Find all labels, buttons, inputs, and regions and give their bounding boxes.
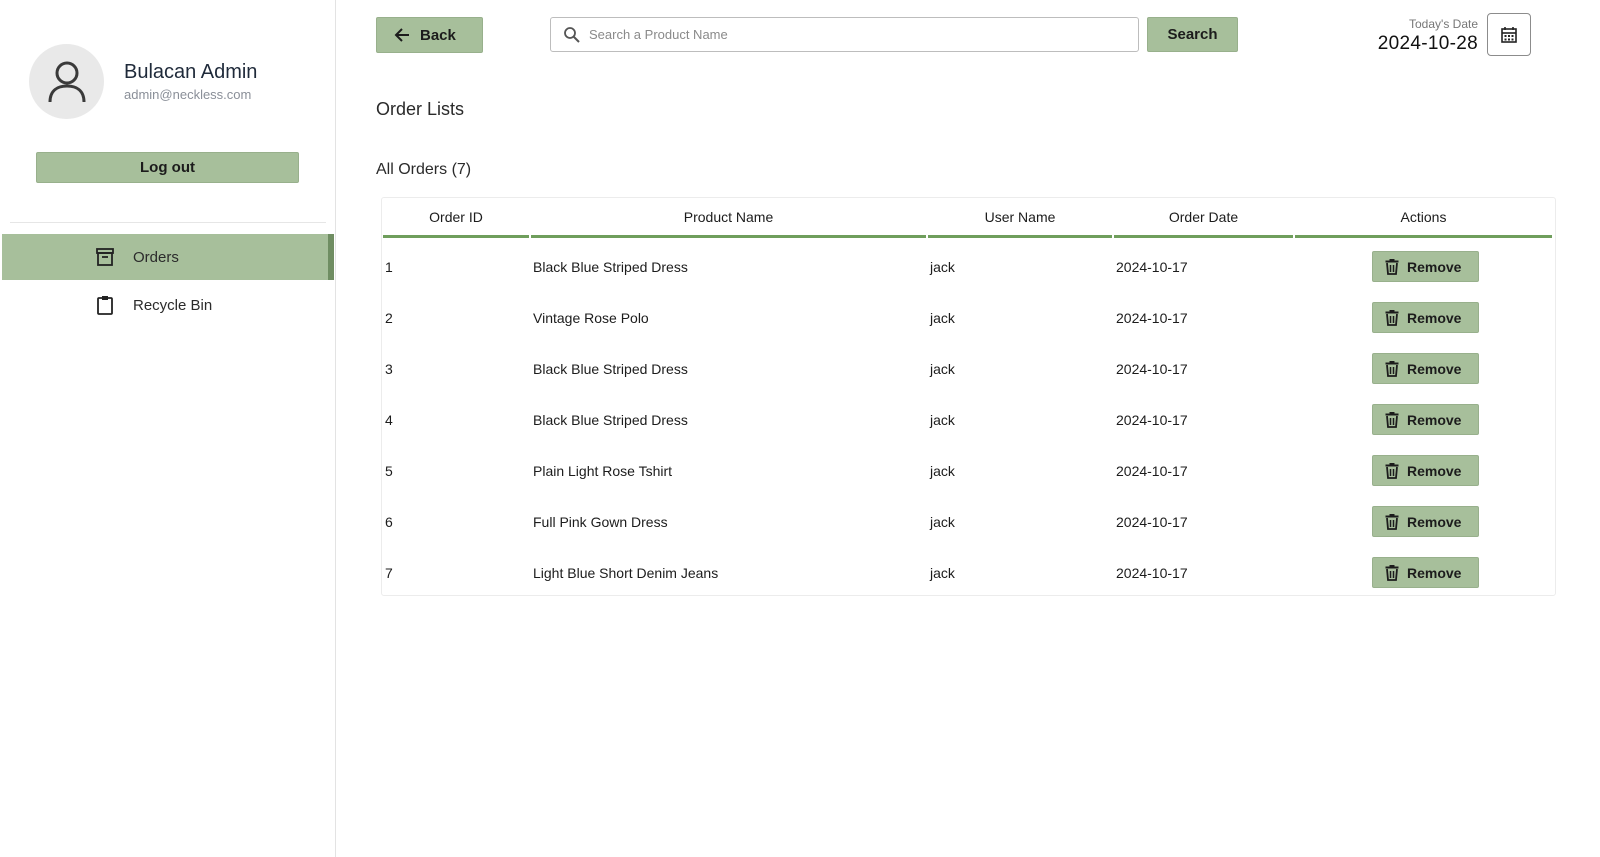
search-input[interactable]: [589, 27, 1129, 42]
remove-button[interactable]: Remove: [1372, 557, 1479, 588]
clipboard-icon: [97, 296, 113, 315]
cell-user-name: jack: [930, 360, 955, 377]
search-box: [550, 17, 1139, 52]
table-row: 7 Light Blue Short Denim Jeans jack 2024-10…: [382, 547, 1555, 598]
trash-icon: [1385, 258, 1399, 275]
cell-order-id: 3: [385, 360, 393, 377]
calendar-icon: [1501, 26, 1517, 43]
search-button[interactable]: Search: [1147, 17, 1238, 52]
cell-user-name: jack: [930, 564, 955, 581]
page-title: Order Lists: [376, 99, 465, 119]
section-title: All Orders (7): [376, 161, 472, 178]
cell-order-id: 1: [385, 258, 393, 275]
trash-icon: [1385, 564, 1399, 581]
cell-order-date: 2024-10-17: [1116, 564, 1188, 581]
cell-order-id: 4: [385, 411, 393, 428]
trash-icon: [1385, 411, 1399, 428]
cell-user-name: jack: [930, 258, 955, 275]
remove-button-label: Remove: [1407, 258, 1462, 275]
remove-button[interactable]: Remove: [1372, 404, 1479, 435]
cell-order-date: 2024-10-17: [1116, 360, 1188, 377]
sidebar-item-orders[interactable]: Orders: [2, 234, 334, 280]
back-button[interactable]: Back: [376, 17, 483, 53]
table-row: 2 Vintage Rose Polo jack 2024-10-17 Remove: [382, 292, 1555, 343]
cell-product-name: Black Blue Striped Dress: [533, 360, 688, 377]
user-icon: [48, 61, 85, 102]
cell-order-id: 5: [385, 462, 393, 479]
column-header-user-name: User Name: [928, 198, 1112, 238]
profile: Bulacan Admin admin@neckless.com: [29, 44, 257, 119]
remove-button[interactable]: Remove: [1372, 302, 1479, 333]
cell-product-name: Black Blue Striped Dress: [533, 258, 688, 275]
cell-user-name: jack: [930, 411, 955, 428]
profile-email: admin@neckless.com: [124, 87, 252, 102]
remove-button[interactable]: Remove: [1372, 506, 1479, 537]
column-header-order-id: Order ID: [383, 198, 529, 238]
remove-button-label: Remove: [1407, 513, 1462, 530]
table-row: 5 Plain Light Rose Tshirt jack 2024-10-17 Re…: [382, 445, 1555, 496]
cell-product-name: Full Pink Gown Dress: [533, 513, 668, 530]
trash-icon: [1385, 309, 1399, 326]
sidebar-item-recycle-bin[interactable]: Recycle Bin: [2, 282, 334, 328]
date-label: Today's Date: [1409, 17, 1478, 31]
remove-button-label: Remove: [1407, 411, 1462, 428]
search-icon: [564, 26, 580, 43]
back-button-label: Back: [420, 26, 456, 44]
sidebar: Bulacan Admin admin@neckless.com Log out…: [0, 0, 336, 857]
column-header-order-date: Order Date: [1114, 198, 1293, 238]
trash-icon: [1385, 513, 1399, 530]
cell-order-id: 6: [385, 513, 393, 530]
remove-button-label: Remove: [1407, 564, 1462, 581]
trash-icon: [1385, 360, 1399, 377]
remove-button-label: Remove: [1407, 360, 1462, 377]
cell-product-name: Vintage Rose Polo: [533, 309, 649, 326]
table-row: 3 Black Blue Striped Dress jack 2024-10-17 R…: [382, 343, 1555, 394]
orders-table: Order ID Product Name User Name Order Da…: [381, 197, 1556, 596]
column-header-product-name: Product Name: [531, 198, 926, 238]
remove-button[interactable]: Remove: [1372, 251, 1479, 282]
cell-product-name: Black Blue Striped Dress: [533, 411, 688, 428]
calendar-button[interactable]: [1487, 13, 1531, 56]
profile-name: Bulacan Admin: [124, 61, 258, 83]
remove-button[interactable]: Remove: [1372, 353, 1479, 384]
cell-order-date: 2024-10-17: [1116, 411, 1188, 428]
cell-order-id: 7: [385, 564, 393, 581]
cell-order-date: 2024-10-17: [1116, 258, 1188, 275]
trash-icon: [1385, 462, 1399, 479]
column-header-actions: Actions: [1295, 198, 1552, 238]
cell-product-name: Light Blue Short Denim Jeans: [533, 564, 719, 581]
cell-user-name: jack: [930, 309, 955, 326]
sidebar-item-label: Recycle Bin: [133, 296, 213, 314]
sidebar-divider: [10, 222, 326, 223]
cell-order-id: 2: [385, 309, 393, 326]
date-display: Today's Date 2024-10-28: [1378, 17, 1478, 55]
table-row: 6 Full Pink Gown Dress jack 2024-10-17 Remov…: [382, 496, 1555, 547]
cell-order-date: 2024-10-17: [1116, 513, 1188, 530]
table-row: 4 Black Blue Striped Dress jack 2024-10-17 R…: [382, 394, 1555, 445]
cell-user-name: jack: [930, 513, 955, 530]
cell-product-name: Plain Light Rose Tshirt: [533, 462, 673, 479]
remove-button[interactable]: Remove: [1372, 455, 1479, 486]
cell-order-date: 2024-10-17: [1116, 309, 1188, 326]
cell-user-name: jack: [930, 462, 955, 479]
table-row: 1 Black Blue Striped Dress jack 2024-10-17 R…: [382, 241, 1555, 292]
date-value: 2024-10-28: [1377, 33, 1478, 54]
arrow-left-icon: [394, 28, 409, 42]
sidebar-item-label: Orders: [133, 248, 179, 266]
cell-order-date: 2024-10-17: [1116, 462, 1188, 479]
remove-button-label: Remove: [1407, 309, 1462, 326]
archive-icon: [96, 248, 114, 266]
logout-button[interactable]: Log out: [36, 152, 299, 183]
avatar: [29, 44, 104, 119]
remove-button-label: Remove: [1407, 462, 1462, 479]
